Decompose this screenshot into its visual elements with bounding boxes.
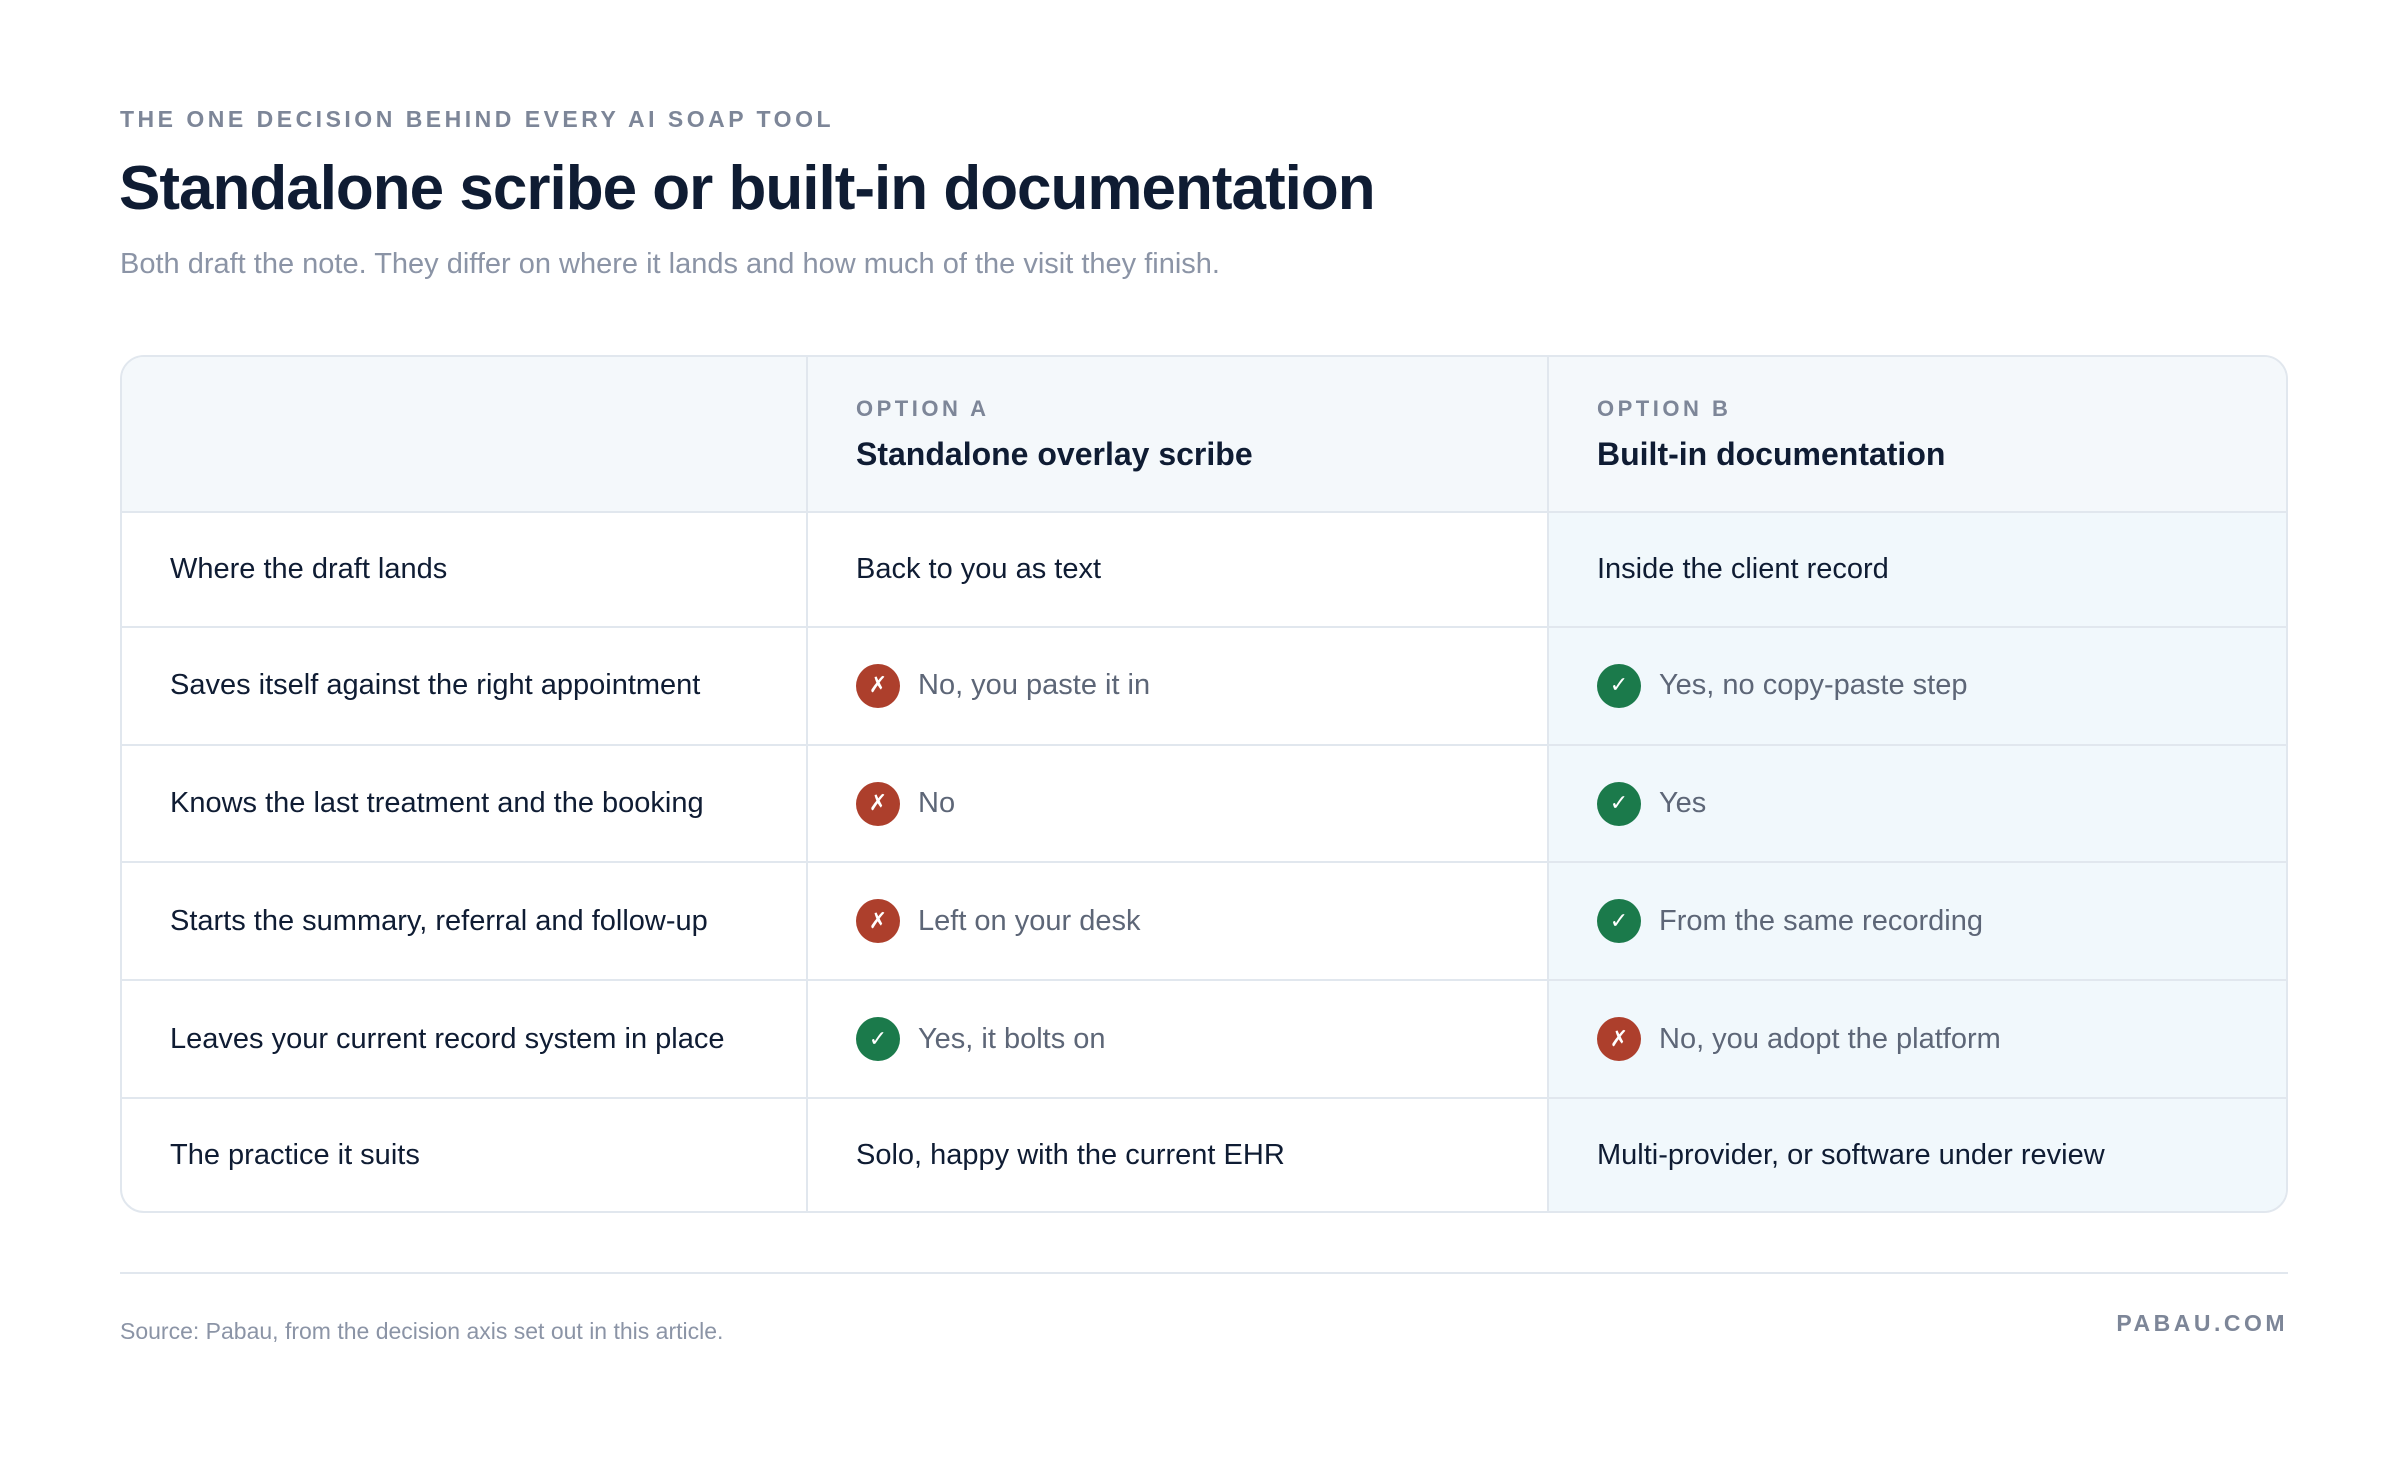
row-label-cell: The practice it suits	[122, 1098, 808, 1211]
option-b-value: From the same recording	[1659, 904, 1983, 937]
row-label-cell: Leaves your current record system in pla…	[122, 980, 808, 1100]
table-row: The practice it suits Solo, happy with t…	[122, 1098, 2286, 1211]
comparison-table: OPTION A Standalone overlay scribe OPTIO…	[120, 355, 2288, 1213]
row-label-cell: Knows the last treatment and the booking	[122, 744, 808, 864]
header-empty-cell	[122, 357, 808, 513]
comparison-page: THE ONE DECISION BEHIND EVERY AI SOAP TO…	[0, 0, 2400, 1458]
option-a-value: Yes, it bolts on	[918, 1022, 1106, 1055]
table-row: Saves itself against the right appointme…	[122, 626, 2286, 746]
option-a-label: OPTION A	[856, 395, 990, 421]
option-b-value: Multi-provider, or software under review	[1597, 1138, 2105, 1171]
cross-icon: ✗	[856, 663, 900, 708]
row-label: Knows the last treatment and the booking	[170, 787, 704, 820]
row-label-cell: Saves itself against the right appointme…	[122, 626, 808, 746]
footer-divider	[120, 1272, 2288, 1274]
cross-icon: ✗	[856, 899, 900, 944]
check-icon: ✓	[1597, 663, 1641, 708]
eyebrow-label: THE ONE DECISION BEHIND EVERY AI SOAP TO…	[120, 106, 835, 132]
table-row: Where the draft lands Back to you as tex…	[122, 512, 2286, 628]
option-b-value: Yes	[1659, 787, 1707, 820]
option-a-header: OPTION A Standalone overlay scribe	[807, 357, 1549, 513]
option-a-cell: ✗ Left on your desk	[807, 862, 1549, 982]
option-a-cell: Back to you as text	[807, 512, 1549, 628]
option-a-value: No, you paste it in	[918, 669, 1151, 702]
table-row: Knows the last treatment and the booking…	[122, 744, 2286, 864]
row-label-cell: Where the draft lands	[122, 512, 808, 628]
row-label: Leaves your current record system in pla…	[170, 1022, 725, 1055]
option-b-cell: ✓ Yes, no copy-paste step	[1548, 626, 2286, 746]
option-b-value: Yes, no copy-paste step	[1659, 669, 1968, 702]
cross-icon: ✗	[1597, 1017, 1641, 1062]
option-b-value: No, you adopt the platform	[1659, 1022, 2001, 1055]
option-b-value: Inside the client record	[1597, 552, 1889, 585]
option-b-cell: Inside the client record	[1548, 512, 2286, 628]
cross-icon: ✗	[856, 781, 900, 826]
option-b-label: OPTION B	[1597, 395, 1732, 421]
option-b-cell: ✗ No, you adopt the platform	[1548, 980, 2286, 1100]
page-subtitle: Both draft the note. They differ on wher…	[120, 248, 1220, 280]
table-row: Starts the summary, referral and follow-…	[122, 862, 2286, 982]
brand-link[interactable]: PABAU.COM	[2116, 1310, 2288, 1337]
option-a-cell: ✗ No	[807, 744, 1549, 864]
option-a-cell: ✗ No, you paste it in	[807, 626, 1549, 746]
row-label: Where the draft lands	[170, 552, 448, 585]
option-b-cell: ✓ Yes	[1548, 744, 2286, 864]
option-a-value: Left on your desk	[918, 904, 1141, 937]
option-a-cell: Solo, happy with the current EHR	[807, 1098, 1549, 1211]
option-a-name: Standalone overlay scribe	[856, 435, 1253, 472]
option-b-name: Built-in documentation	[1597, 435, 1946, 472]
option-a-value: No	[918, 787, 956, 820]
table-header-row: OPTION A Standalone overlay scribe OPTIO…	[122, 357, 2286, 513]
option-b-cell: Multi-provider, or software under review	[1548, 1098, 2286, 1211]
row-label: Starts the summary, referral and follow-…	[170, 904, 708, 937]
source-note: Source: Pabau, from the decision axis se…	[120, 1318, 724, 1344]
table-row: Leaves your current record system in pla…	[122, 980, 2286, 1100]
option-a-value: Back to you as text	[856, 552, 1102, 585]
check-icon: ✓	[1597, 899, 1641, 944]
option-a-value: Solo, happy with the current EHR	[856, 1138, 1285, 1171]
check-icon: ✓	[1597, 781, 1641, 826]
row-label-cell: Starts the summary, referral and follow-…	[122, 862, 808, 982]
option-b-header: OPTION B Built-in documentation	[1548, 357, 2286, 513]
check-icon: ✓	[856, 1017, 900, 1062]
page-title: Standalone scribe or built-in documentat…	[119, 154, 1376, 223]
option-a-cell: ✓ Yes, it bolts on	[807, 980, 1549, 1100]
option-b-cell: ✓ From the same recording	[1548, 862, 2286, 982]
row-label: Saves itself against the right appointme…	[170, 669, 701, 702]
row-label: The practice it suits	[170, 1138, 420, 1171]
